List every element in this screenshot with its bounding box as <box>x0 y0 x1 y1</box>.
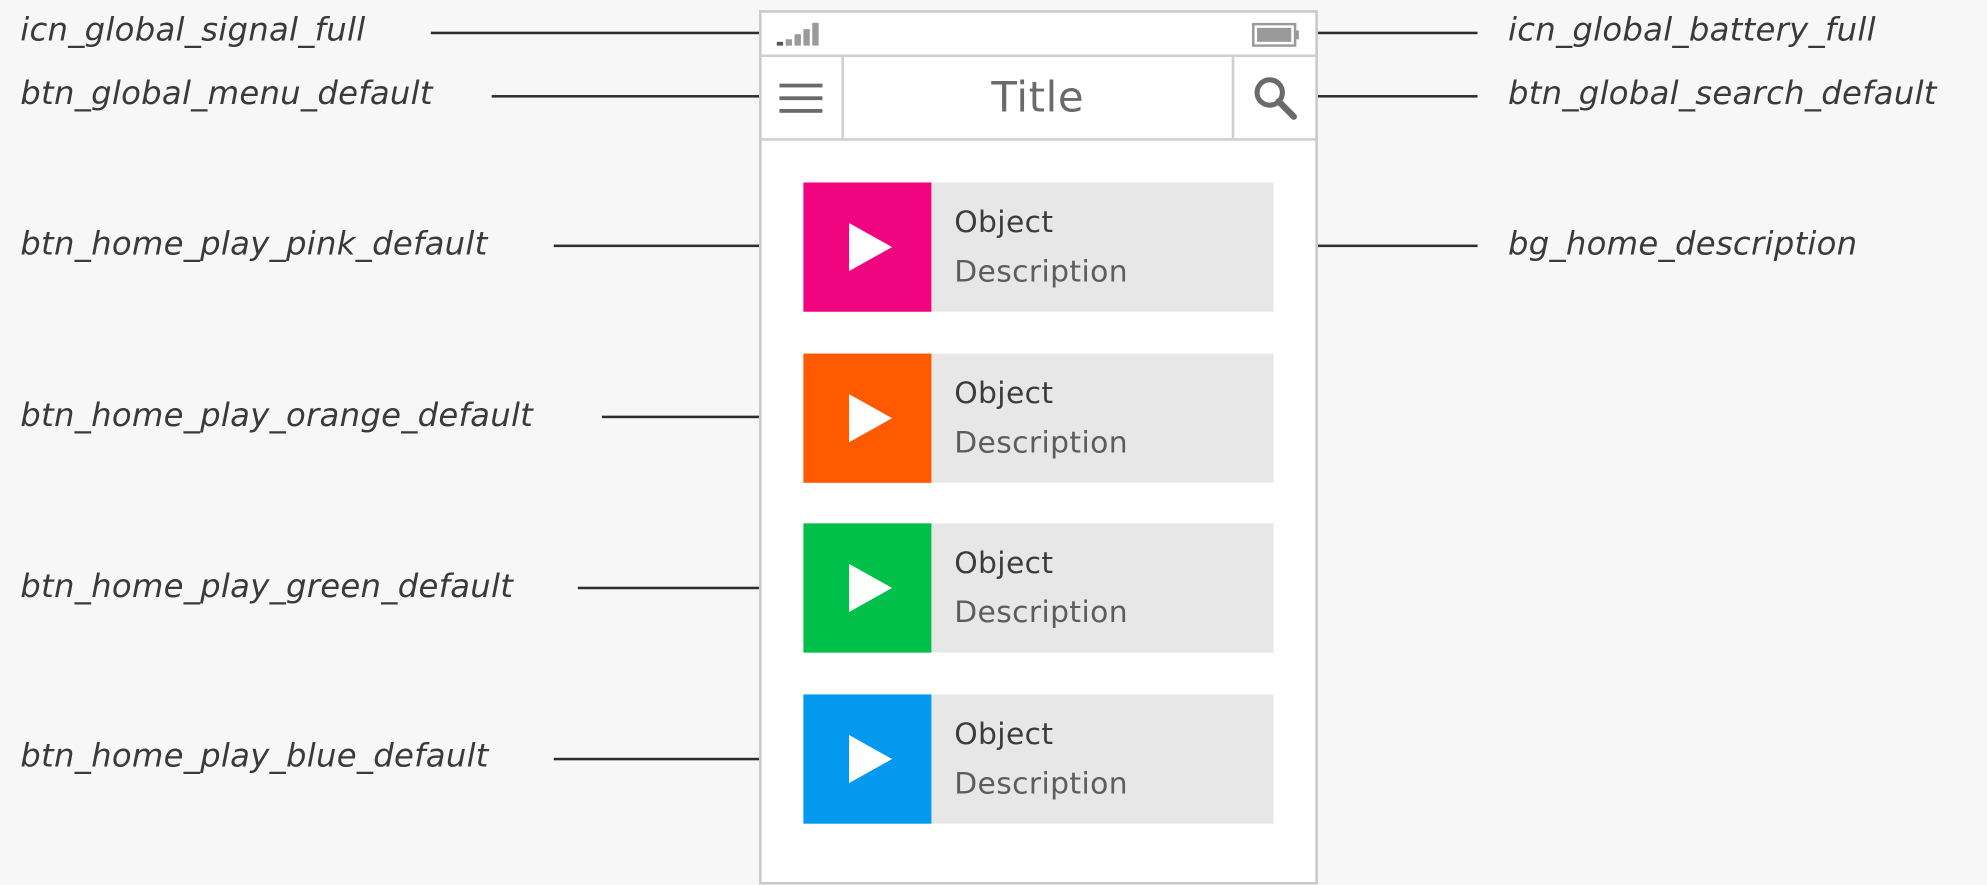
menu-button[interactable] <box>762 57 844 139</box>
app-bar: Title <box>761 57 1316 141</box>
status-bar <box>761 13 1316 58</box>
list-item: Object Description <box>803 353 1274 483</box>
list-item: Object Description <box>803 694 1274 824</box>
list-item: Object Description <box>803 523 1274 653</box>
leader-signal <box>430 31 763 35</box>
item-title: Object <box>954 375 1054 411</box>
list-item: Object Description <box>803 182 1274 312</box>
play-triangle-icon <box>849 394 893 443</box>
item-description: Description <box>954 253 1128 289</box>
hamburger-menu-icon <box>779 83 823 113</box>
label-menu: btn_global_menu_default <box>20 74 433 113</box>
item-title: Object <box>954 204 1054 240</box>
phone-frame: Title Object Description Object Descript… <box>759 10 1318 885</box>
play-button-blue[interactable] <box>803 694 932 824</box>
magnifier-search-icon <box>1254 77 1297 120</box>
leader-search <box>1314 95 1478 98</box>
description-background: Object Description <box>954 354 1273 483</box>
description-background: Object Description <box>954 523 1273 652</box>
label-play-orange: btn_home_play_orange_default <box>20 396 534 435</box>
label-battery: icn_global_battery_full <box>1507 11 1876 50</box>
item-title: Object <box>954 544 1054 581</box>
label-description-bg: bg_home_description <box>1507 225 1858 264</box>
signal-full-icon <box>776 22 819 46</box>
play-button-green[interactable] <box>803 523 932 653</box>
description-background: Object Description <box>954 182 1273 311</box>
label-play-green: btn_home_play_green_default <box>20 567 514 606</box>
leader-battery <box>1314 31 1478 35</box>
item-description: Description <box>954 765 1128 801</box>
leader-menu <box>491 95 763 98</box>
play-triangle-icon <box>849 734 893 784</box>
play-triangle-icon <box>849 223 893 272</box>
app-title: Title <box>991 72 1085 122</box>
description-background: Object Description <box>954 694 1273 823</box>
item-title: Object <box>954 715 1054 752</box>
item-description: Description <box>954 424 1128 460</box>
search-button[interactable] <box>1231 57 1316 139</box>
label-signal: icn_global_signal_full <box>20 11 366 50</box>
play-button-orange[interactable] <box>803 353 932 483</box>
label-search: btn_global_search_default <box>1507 74 1937 113</box>
label-play-pink: btn_home_play_pink_default <box>20 225 488 264</box>
battery-full-icon <box>1251 22 1299 47</box>
play-button-pink[interactable] <box>803 182 932 312</box>
label-play-blue: btn_home_play_blue_default <box>20 737 489 776</box>
play-triangle-icon <box>849 563 893 613</box>
annotated-wireframe: icn_global_signal_full btn_global_menu_d… <box>0 0 1987 885</box>
item-description: Description <box>954 594 1128 630</box>
